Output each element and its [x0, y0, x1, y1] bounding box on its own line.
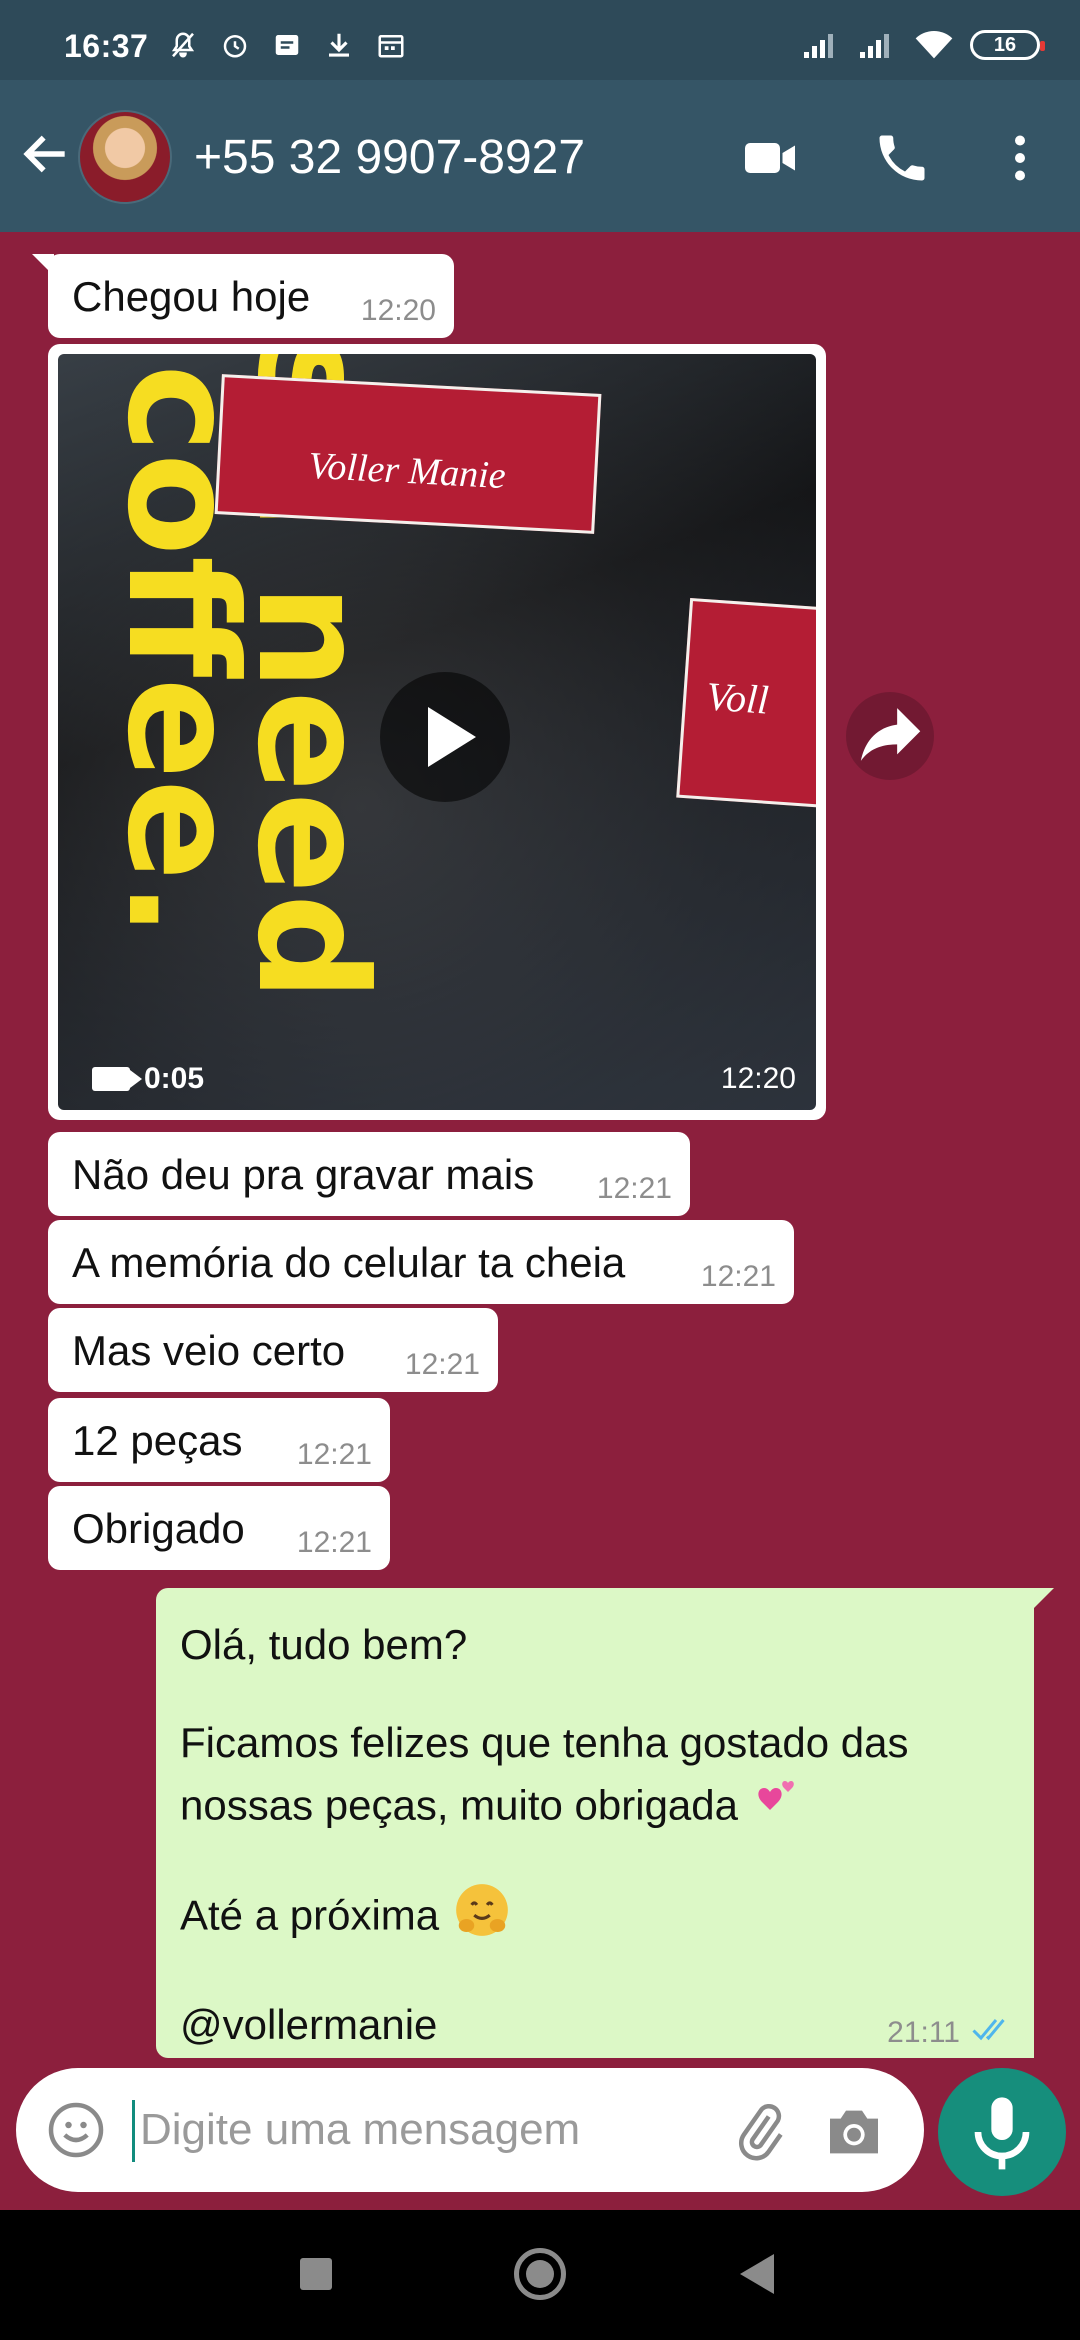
two-hearts-emoji-icon: [750, 1774, 806, 1843]
message-time: 21:11: [887, 2016, 960, 2049]
brand-tag-text: Voll: [704, 673, 771, 723]
message-time: 12:21: [700, 1260, 776, 1293]
message-text: Olá, tudo bem?: [180, 1621, 468, 1668]
emoji-icon[interactable]: [46, 2100, 106, 2160]
video-message[interactable]: s I need coffee. Voller Manie Voll 0:05 …: [48, 344, 826, 1120]
brand-tag-text: Voller Manie: [307, 444, 507, 498]
message-time: 12:21: [404, 1348, 480, 1381]
wifi-icon: [915, 31, 953, 59]
incoming-message[interactable]: 12 peças 12:21: [48, 1398, 390, 1482]
outgoing-message[interactable]: Olá, tudo bem? Ficamos felizes que tenha…: [156, 1588, 1054, 2058]
mic-button[interactable]: [938, 2068, 1066, 2196]
video-duration: 0:05: [92, 1062, 204, 1096]
message-meta: 21:11: [887, 2014, 1016, 2052]
message-time: 12:20: [720, 1062, 796, 1095]
incoming-message[interactable]: Obrigado 12:21: [48, 1486, 390, 1570]
message-time: 12:21: [296, 1438, 372, 1471]
incoming-message[interactable]: Não deu pra gravar mais 12:21: [48, 1132, 690, 1216]
message-text: 12 peças: [72, 1417, 243, 1464]
message-composer: [16, 2068, 924, 2192]
play-icon[interactable]: [380, 672, 510, 802]
recents-button[interactable]: [300, 2258, 332, 2290]
back-arrow-icon[interactable]: [18, 126, 74, 182]
message-text: Não deu pra gravar mais: [72, 1151, 535, 1198]
message-time: 12:21: [596, 1172, 672, 1205]
home-button[interactable]: [514, 2248, 566, 2300]
mute-icon: [168, 30, 198, 60]
message-text: Mas veio certo: [72, 1327, 346, 1374]
status-time: 16:37: [64, 28, 149, 64]
system-icons: 16: [802, 30, 1045, 60]
message-text: Ficamos felizes que tenha gostado das: [180, 1719, 909, 1766]
contact-name[interactable]: +55 32 9907-8927: [194, 130, 585, 185]
message-text: @vollermanie: [180, 2001, 438, 2048]
video-camera-icon: [92, 1067, 142, 1091]
attach-icon[interactable]: [730, 2102, 790, 2162]
incoming-message[interactable]: A memória do celular ta cheia 12:21: [48, 1220, 794, 1304]
contact-avatar[interactable]: [78, 110, 172, 204]
video-duration-text: 0:05: [144, 1062, 205, 1095]
text-cursor: [132, 2100, 135, 2162]
battery-level: 16: [993, 33, 1017, 56]
message-text: A memória do celular ta cheia: [72, 1239, 626, 1286]
message-input[interactable]: [140, 2098, 700, 2162]
status-bar: 16:37 16: [0, 0, 1080, 80]
message-text: Chegou hoje: [72, 273, 311, 320]
incoming-message[interactable]: Mas veio certo 12:21: [48, 1308, 498, 1392]
more-options-icon[interactable]: [990, 128, 1050, 188]
calendar-icon: [376, 30, 406, 60]
alarm-icon: [220, 30, 250, 60]
camera-icon[interactable]: [822, 2102, 886, 2162]
forward-icon[interactable]: [846, 692, 934, 780]
message-time: 12:21: [296, 1526, 372, 1559]
incoming-message[interactable]: Chegou hoje 12:20: [32, 254, 454, 338]
microphone-icon: [974, 2097, 1030, 2170]
signal-icon: [804, 34, 833, 58]
read-receipt-icon: [970, 2014, 1016, 2052]
brand-tag: Voller Manie: [214, 374, 602, 534]
message-text: Até a próxima: [180, 1891, 440, 1939]
download-icon: [324, 30, 354, 60]
voice-call-icon[interactable]: [872, 128, 932, 188]
message-text: Obrigado: [72, 1505, 245, 1552]
signal-icon: [860, 34, 889, 58]
battery-icon: 16: [970, 30, 1045, 60]
notification-icons: [168, 30, 406, 60]
message-time: 12:20: [360, 294, 436, 327]
hugging-face-emoji-icon: [451, 1879, 513, 1958]
system-nav-bar: [0, 2210, 1080, 2340]
brand-tag: Voll: [676, 597, 816, 811]
back-button[interactable]: [740, 2254, 774, 2294]
video-call-icon[interactable]: [740, 128, 800, 188]
video-thumbnail[interactable]: s I need coffee. Voller Manie Voll 0:05 …: [58, 354, 816, 1110]
message-icon: [272, 30, 302, 60]
chat-header: +55 32 9907-8927: [0, 80, 1080, 232]
chat-area[interactable]: Chegou hoje 12:20 s I need coffee. Volle…: [0, 232, 1080, 2062]
message-text: nossas peças, muito obrigada: [180, 1781, 738, 1829]
